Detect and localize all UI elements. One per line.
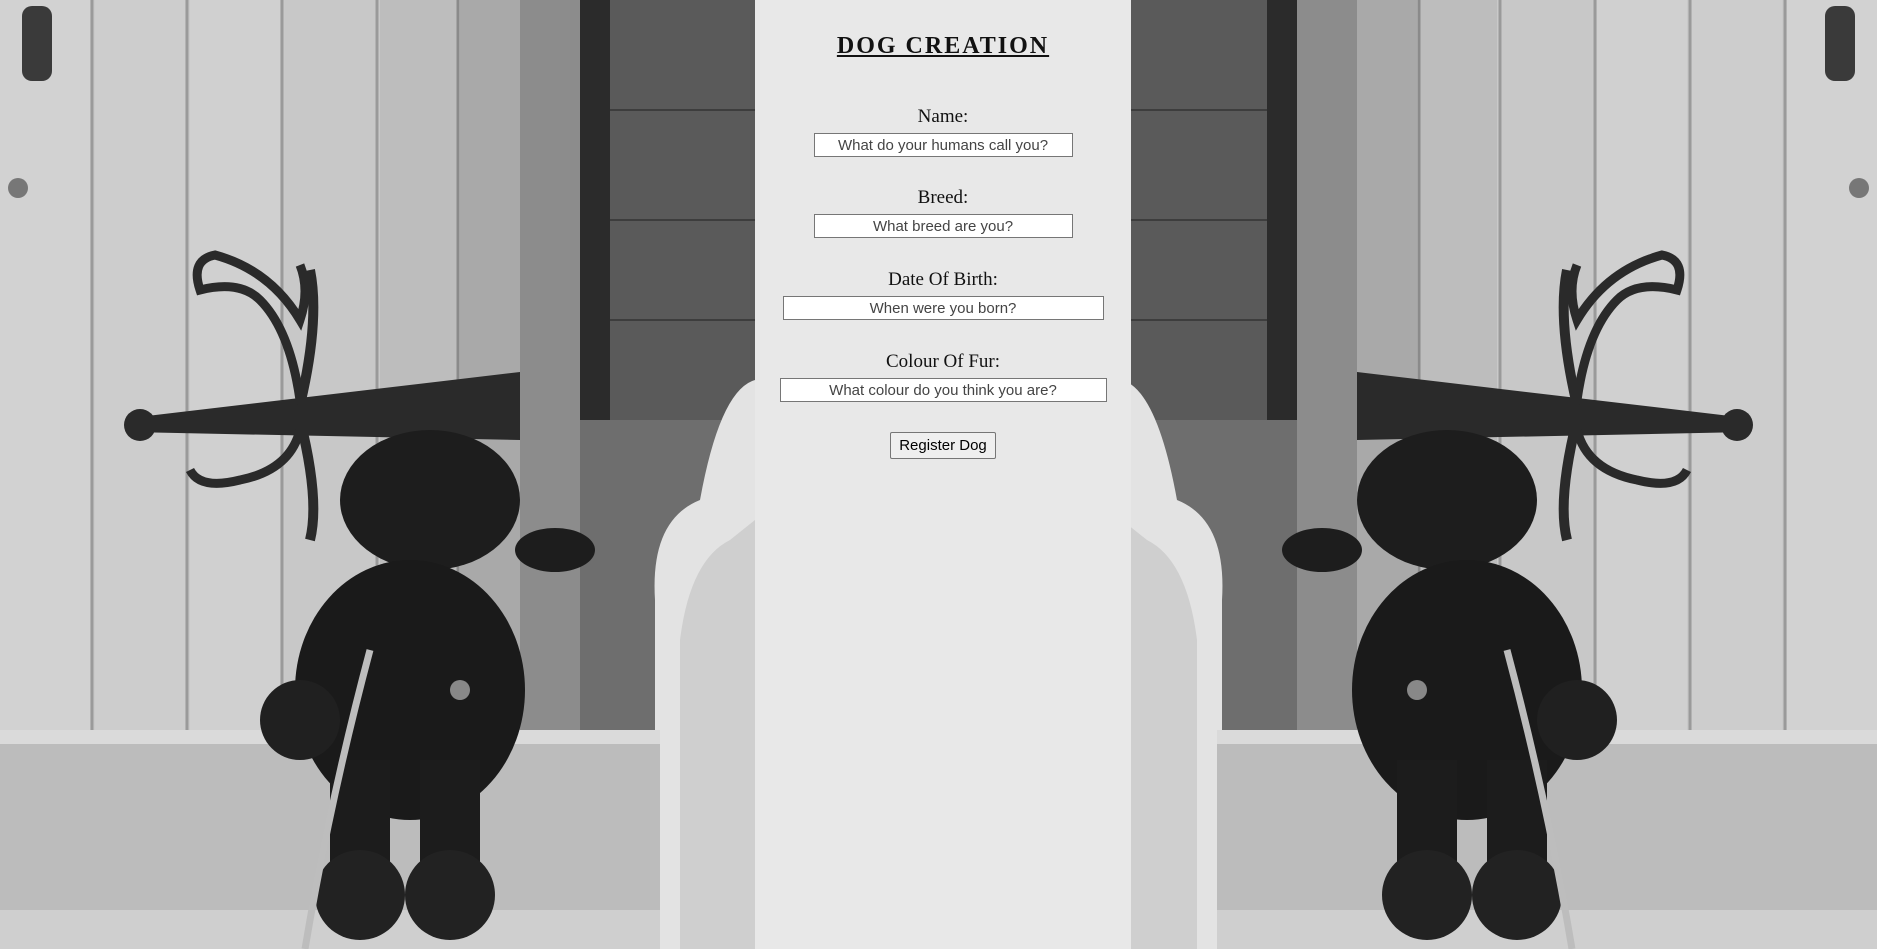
name-label: Name: — [917, 106, 969, 127]
form-panel: DOG CREATION Name: Breed: Date Of Birth:… — [755, 0, 1131, 949]
breed-field-group: Breed: — [755, 187, 1131, 238]
breed-label: Breed: — [917, 187, 969, 208]
background-photo-right — [1131, 0, 1877, 949]
submit-row: Register Dog — [755, 432, 1131, 459]
register-dog-button[interactable]: Register Dog — [890, 432, 996, 459]
date-of-birth-field-group: Date Of Birth: — [755, 269, 1131, 320]
page: DOG CREATION Name: Breed: Date Of Birth:… — [0, 0, 1877, 949]
background-photo-left — [0, 0, 755, 949]
date-of-birth-label: Date Of Birth: — [888, 269, 998, 290]
name-field-group: Name: — [755, 106, 1131, 157]
fur-colour-input[interactable] — [779, 378, 1107, 402]
name-input[interactable] — [813, 133, 1073, 157]
fur-colour-field-group: Colour Of Fur: — [755, 351, 1131, 402]
page-title: DOG CREATION — [836, 33, 1050, 59]
date-of-birth-input[interactable] — [782, 296, 1104, 320]
breed-input[interactable] — [813, 214, 1073, 238]
fur-colour-label: Colour Of Fur: — [886, 351, 1000, 372]
